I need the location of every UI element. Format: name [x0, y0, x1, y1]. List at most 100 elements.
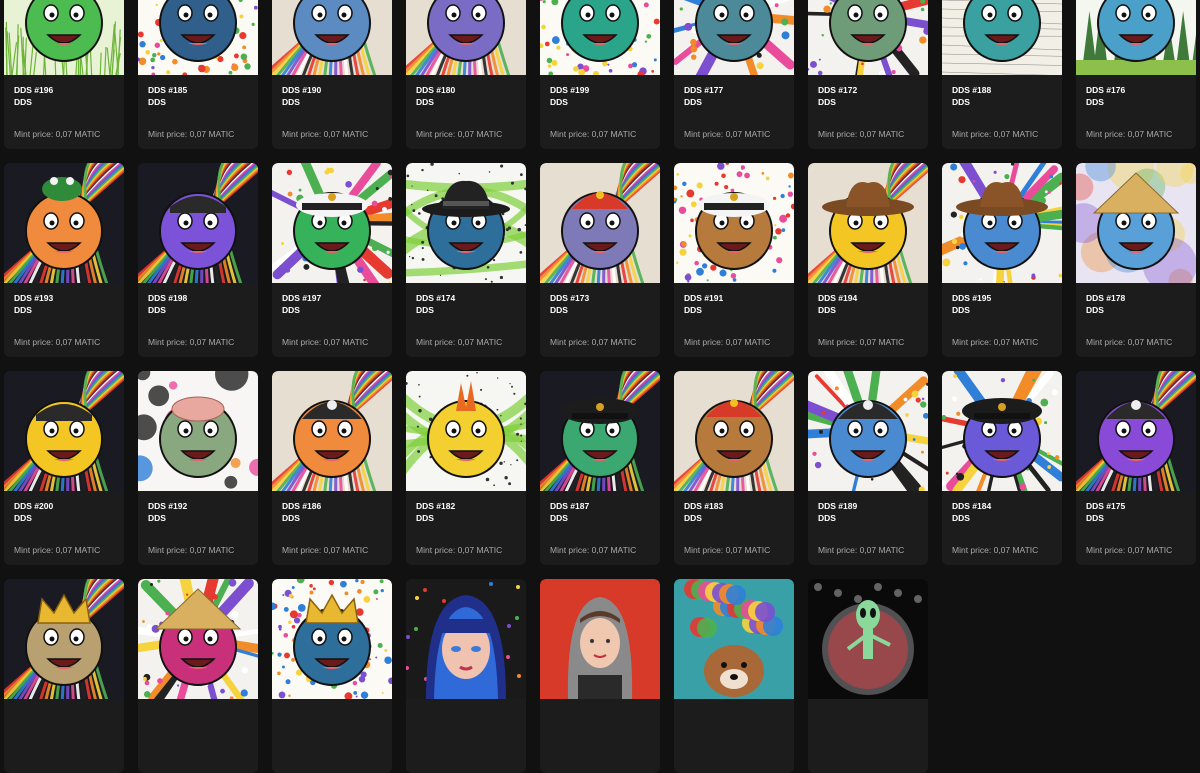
- nft-card[interactable]: [674, 579, 794, 773]
- nft-artwork: [942, 0, 1062, 75]
- nft-thumbnail[interactable]: [674, 0, 794, 75]
- nft-thumbnail[interactable]: [272, 371, 392, 491]
- nft-thumbnail[interactable]: [138, 371, 258, 491]
- nft-title: DDS #185: [148, 85, 187, 95]
- nft-thumbnail[interactable]: [540, 371, 660, 491]
- nft-card[interactable]: DDS #178DDSMint price: 0,07 MATIC: [1076, 163, 1196, 357]
- nft-title: DDS #197: [282, 293, 321, 303]
- nft-card[interactable]: DDS #189DDSMint price: 0,07 MATIC: [808, 371, 928, 565]
- nft-card[interactable]: [138, 579, 258, 773]
- nft-thumbnail[interactable]: [406, 0, 526, 75]
- nft-artwork: [406, 0, 526, 75]
- nft-thumbnail[interactable]: [674, 371, 794, 491]
- nft-title: DDS #188: [952, 85, 991, 95]
- nft-thumbnail[interactable]: [540, 163, 660, 283]
- nft-thumbnail[interactable]: [942, 0, 1062, 75]
- nft-card[interactable]: DDS #184DDSMint price: 0,07 MATIC: [942, 371, 1062, 565]
- nft-mint-price: Mint price: 0,07 MATIC: [14, 129, 100, 139]
- nft-card[interactable]: DDS #183DDSMint price: 0,07 MATIC: [674, 371, 794, 565]
- nft-thumbnail[interactable]: [540, 0, 660, 75]
- nft-card[interactable]: DDS #175DDSMint price: 0,07 MATIC: [1076, 371, 1196, 565]
- nft-thumbnail[interactable]: [4, 579, 124, 699]
- nft-thumbnail[interactable]: [1076, 371, 1196, 491]
- nft-collection: DDS: [282, 97, 300, 107]
- nft-thumbnail[interactable]: [808, 371, 928, 491]
- nft-mint-price: Mint price: 0,07 MATIC: [282, 129, 368, 139]
- nft-thumbnail[interactable]: [942, 371, 1062, 491]
- nft-thumbnail[interactable]: [808, 163, 928, 283]
- nft-thumbnail[interactable]: [138, 163, 258, 283]
- nft-collection: DDS: [148, 97, 166, 107]
- nft-card[interactable]: [406, 579, 526, 773]
- nft-card[interactable]: [540, 579, 660, 773]
- nft-card[interactable]: DDS #180DDSMint price: 0,07 MATIC: [406, 0, 526, 149]
- nft-card[interactable]: DDS #185DDSMint price: 0,07 MATIC: [138, 0, 258, 149]
- nft-card[interactable]: DDS #176DDSMint price: 0,07 MATIC: [1076, 0, 1196, 149]
- nft-card[interactable]: [4, 579, 124, 773]
- nft-thumbnail[interactable]: [4, 163, 124, 283]
- nft-thumbnail[interactable]: [1076, 0, 1196, 75]
- nft-card[interactable]: [808, 579, 928, 773]
- nft-artwork: [540, 371, 660, 491]
- nft-card[interactable]: DDS #172DDSMint price: 0,07 MATIC: [808, 0, 928, 149]
- nft-thumbnail[interactable]: [4, 0, 124, 75]
- nft-thumbnail[interactable]: [272, 163, 392, 283]
- nft-thumbnail[interactable]: [674, 163, 794, 283]
- nft-artwork: [1076, 371, 1196, 491]
- nft-thumbnail[interactable]: [272, 579, 392, 699]
- nft-thumbnail[interactable]: [138, 579, 258, 699]
- nft-card[interactable]: DDS #200DDSMint price: 0,07 MATIC: [4, 371, 124, 565]
- nft-card[interactable]: DDS #198DDSMint price: 0,07 MATIC: [138, 163, 258, 357]
- nft-card[interactable]: DDS #197DDSMint price: 0,07 MATIC: [272, 163, 392, 357]
- nft-title: DDS #195: [952, 293, 991, 303]
- nft-collection: DDS: [416, 305, 434, 315]
- nft-collection: DDS: [818, 513, 836, 523]
- nft-mint-price: Mint price: 0,07 MATIC: [952, 545, 1038, 555]
- nft-card[interactable]: [272, 579, 392, 773]
- nft-mint-price: Mint price: 0,07 MATIC: [952, 129, 1038, 139]
- nft-title: DDS #184: [952, 501, 991, 511]
- nft-card[interactable]: DDS #194DDSMint price: 0,07 MATIC: [808, 163, 928, 357]
- nft-card[interactable]: DDS #188DDSMint price: 0,07 MATIC: [942, 0, 1062, 149]
- nft-collection: DDS: [952, 305, 970, 315]
- nft-thumbnail[interactable]: [4, 371, 124, 491]
- nft-card[interactable]: DDS #187DDSMint price: 0,07 MATIC: [540, 371, 660, 565]
- nft-artwork: [4, 371, 124, 491]
- nft-thumbnail[interactable]: [674, 579, 794, 699]
- nft-artwork: [674, 371, 794, 491]
- nft-card[interactable]: DDS #199DDSMint price: 0,07 MATIC: [540, 0, 660, 149]
- nft-thumbnail[interactable]: [406, 371, 526, 491]
- nft-card[interactable]: DDS #193DDSMint price: 0,07 MATIC: [4, 163, 124, 357]
- nft-card[interactable]: DDS #195DDSMint price: 0,07 MATIC: [942, 163, 1062, 357]
- nft-card[interactable]: DDS #196DDSMint price: 0,07 MATIC: [4, 0, 124, 149]
- nft-card[interactable]: DDS #177DDSMint price: 0,07 MATIC: [674, 0, 794, 149]
- nft-title: DDS #177: [684, 85, 723, 95]
- nft-collection: DDS: [684, 97, 702, 107]
- nft-thumbnail[interactable]: [272, 0, 392, 75]
- nft-collection: DDS: [684, 305, 702, 315]
- nft-collection: DDS: [14, 97, 32, 107]
- nft-artwork: [808, 579, 928, 699]
- nft-card[interactable]: DDS #173DDSMint price: 0,07 MATIC: [540, 163, 660, 357]
- nft-card[interactable]: DDS #192DDSMint price: 0,07 MATIC: [138, 371, 258, 565]
- nft-thumbnail[interactable]: [406, 579, 526, 699]
- nft-mint-price: Mint price: 0,07 MATIC: [684, 337, 770, 347]
- nft-collection: DDS: [550, 305, 568, 315]
- nft-thumbnail[interactable]: [1076, 163, 1196, 283]
- nft-collection: DDS: [282, 513, 300, 523]
- nft-thumbnail[interactable]: [808, 579, 928, 699]
- nft-thumbnail[interactable]: [406, 163, 526, 283]
- nft-card[interactable]: DDS #186DDSMint price: 0,07 MATIC: [272, 371, 392, 565]
- nft-thumbnail[interactable]: [138, 0, 258, 75]
- nft-card[interactable]: DDS #191DDSMint price: 0,07 MATIC: [674, 163, 794, 357]
- nft-card[interactable]: DDS #182DDSMint price: 0,07 MATIC: [406, 371, 526, 565]
- nft-thumbnail[interactable]: [808, 0, 928, 75]
- nft-collection: DDS: [550, 513, 568, 523]
- nft-card[interactable]: DDS #174DDSMint price: 0,07 MATIC: [406, 163, 526, 357]
- nft-thumbnail[interactable]: [540, 579, 660, 699]
- nft-card[interactable]: DDS #190DDSMint price: 0,07 MATIC: [272, 0, 392, 149]
- nft-title: DDS #187: [550, 501, 589, 511]
- nft-mint-price: Mint price: 0,07 MATIC: [14, 545, 100, 555]
- nft-mint-price: Mint price: 0,07 MATIC: [818, 337, 904, 347]
- nft-thumbnail[interactable]: [942, 163, 1062, 283]
